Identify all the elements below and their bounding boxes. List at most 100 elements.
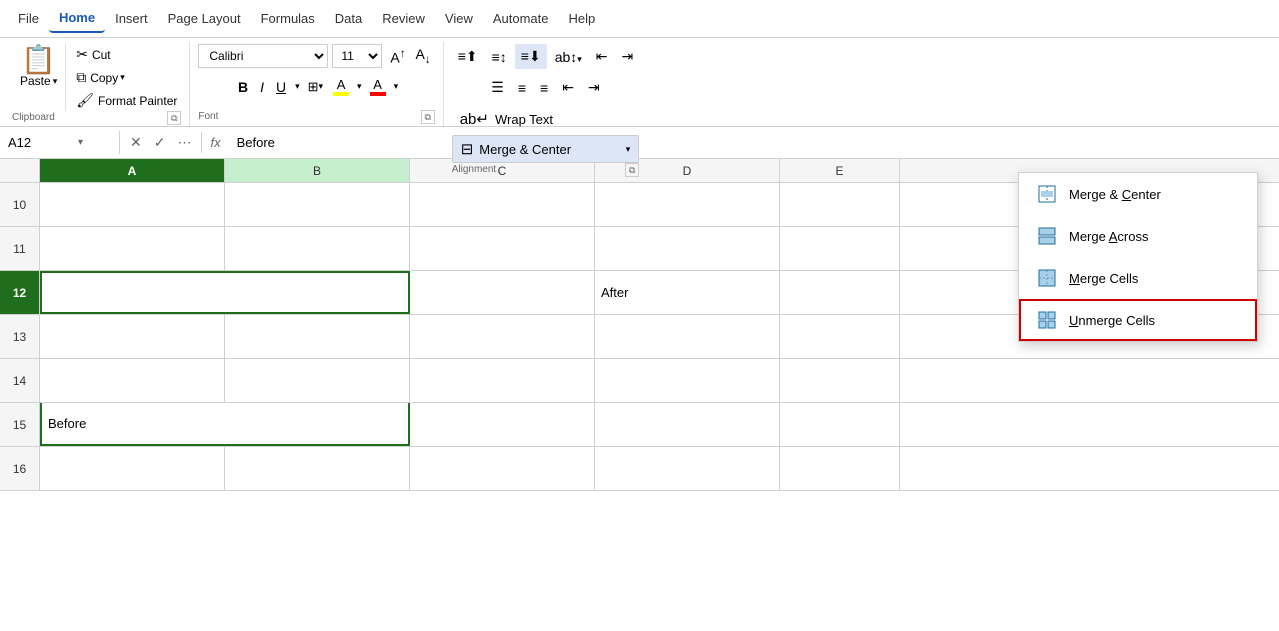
paste-icon: 📋 (21, 46, 56, 74)
bold-button[interactable]: B (233, 76, 253, 98)
menu-item-home[interactable]: Home (49, 4, 105, 33)
col-header-A[interactable]: A (40, 159, 225, 182)
cell-C10[interactable] (410, 183, 595, 226)
cell-A13[interactable] (40, 315, 225, 358)
cell-E12[interactable] (780, 271, 900, 314)
alignment-expand-button[interactable]: ⧉ (625, 163, 639, 177)
wrap-text-button[interactable]: ab↵ Wrap Text (452, 106, 640, 132)
align-center-button[interactable]: ≡ (512, 76, 532, 100)
decrease-font-size-button[interactable]: A↓ (412, 44, 435, 68)
cell-B14[interactable] (225, 359, 410, 402)
font-name-select[interactable]: Calibri (198, 44, 328, 68)
cell-C11[interactable] (410, 227, 595, 270)
copy-arrow-icon: ▾ (120, 72, 125, 83)
cell-D16[interactable] (595, 447, 780, 490)
format-painter-icon: 🖌 (76, 92, 94, 109)
cell-E13[interactable] (780, 315, 900, 358)
merge-center-option[interactable]: Merge & Center (1019, 173, 1257, 215)
formula-confirm-button[interactable]: ✓ (150, 132, 170, 153)
indent-decrease-button[interactable]: ⇤ (590, 44, 614, 69)
table-row: 14 (0, 359, 1279, 403)
increase-font-size-button[interactable]: A↑ (386, 44, 409, 68)
cell-A14[interactable] (40, 359, 225, 402)
format-painter-button[interactable]: 🖌 Format Painter (72, 90, 181, 111)
formula-input[interactable] (229, 135, 1279, 150)
increase-indent-button[interactable]: ⇥ (582, 75, 606, 100)
font-color-arrow[interactable]: ▾ (392, 78, 401, 95)
menu-item-help[interactable]: Help (559, 5, 606, 32)
cell-A11[interactable] (40, 227, 225, 270)
unmerge-cells-option[interactable]: Unmerge Cells (1019, 299, 1257, 341)
merge-center-label: Merge & Center (479, 142, 571, 157)
wrap-text-label: Wrap Text (495, 112, 553, 127)
cell-C14[interactable] (410, 359, 595, 402)
cell-E16[interactable] (780, 447, 900, 490)
cell-D12[interactable]: After (595, 271, 780, 314)
orientation-button[interactable]: ab↕▾ (549, 45, 588, 69)
highlight-arrow[interactable]: ▾ (355, 78, 364, 95)
formula-more-button[interactable]: ⋯ (173, 132, 195, 153)
indent-increase-button[interactable]: ⇥ (616, 44, 640, 69)
font-color-button[interactable]: A (366, 74, 390, 99)
cell-D10[interactable] (595, 183, 780, 226)
align-middle-button[interactable]: ≡↕ (486, 45, 513, 69)
font-size-select[interactable]: 11 (332, 44, 382, 68)
cell-C15[interactable] (410, 403, 595, 446)
align-right-button[interactable]: ≡ (534, 76, 554, 100)
borders-button[interactable]: ⊞▾ (304, 76, 327, 98)
cell-B11[interactable] (225, 227, 410, 270)
cell-C16[interactable] (410, 447, 595, 490)
font-group: Calibri 11 A↑ A↓ B I U ▾ ⊞▾ (190, 42, 443, 126)
font-group-label: Font (198, 111, 218, 124)
formula-bar: ▾ ✕ ✓ ⋯ fx (0, 127, 1279, 159)
cell-E14[interactable] (780, 359, 900, 402)
col-header-E[interactable]: E (780, 159, 900, 182)
cell-ref-dropdown-arrow[interactable]: ▾ (78, 137, 83, 148)
font-expand-button[interactable]: ⧉ (421, 110, 435, 124)
merge-across-option[interactable]: Merge Across (1019, 215, 1257, 257)
align-left-button[interactable]: ☰ (485, 75, 510, 100)
copy-button[interactable]: ⧉ Copy ▾ (72, 67, 181, 88)
cell-A15-merged[interactable]: Before (40, 403, 410, 446)
menu-item-formulas[interactable]: Formulas (251, 5, 325, 32)
cell-E11[interactable] (780, 227, 900, 270)
menu-item-page-layout[interactable]: Page Layout (158, 5, 251, 32)
paste-button[interactable]: 📋 Paste ▾ (12, 44, 66, 111)
merge-cells-option[interactable]: Merge Cells (1019, 257, 1257, 299)
menu-item-file[interactable]: File (8, 5, 49, 32)
cell-A10[interactable] (40, 183, 225, 226)
cell-ref-input[interactable] (8, 135, 78, 150)
clipboard-expand-button[interactable]: ⧉ (167, 111, 181, 125)
menu-item-automate[interactable]: Automate (483, 5, 559, 32)
col-header-B[interactable]: B (225, 159, 410, 182)
merge-center-button[interactable]: ⊟ Merge & Center ▾ (452, 135, 640, 163)
cell-E15[interactable] (780, 403, 900, 446)
merge-center-arrow[interactable]: ▾ (626, 144, 631, 155)
cell-B10[interactable] (225, 183, 410, 226)
cell-E10[interactable] (780, 183, 900, 226)
highlight-color-button[interactable]: A (329, 74, 353, 99)
decrease-indent-button[interactable]: ⇤ (556, 75, 580, 100)
copy-label: Copy (90, 71, 118, 85)
cell-D14[interactable] (595, 359, 780, 402)
menu-item-view[interactable]: View (435, 5, 483, 32)
cell-C13[interactable] (410, 315, 595, 358)
italic-button[interactable]: I (255, 76, 269, 98)
cell-A12-merged[interactable] (40, 271, 410, 314)
underline-arrow[interactable]: ▾ (293, 78, 302, 95)
cell-D13[interactable] (595, 315, 780, 358)
cell-B13[interactable] (225, 315, 410, 358)
menu-item-insert[interactable]: Insert (105, 5, 158, 32)
formula-cancel-button[interactable]: ✕ (126, 132, 146, 153)
cell-C12[interactable] (410, 271, 595, 314)
menu-item-review[interactable]: Review (372, 5, 435, 32)
align-bottom-button[interactable]: ≡⬇ (515, 44, 547, 69)
cell-B16[interactable] (225, 447, 410, 490)
cell-D15[interactable] (595, 403, 780, 446)
cell-D11[interactable] (595, 227, 780, 270)
menu-item-data[interactable]: Data (325, 5, 372, 32)
cut-button[interactable]: ✂ Cut (72, 44, 181, 65)
align-top-button[interactable]: ≡⬆ (452, 44, 484, 69)
underline-button[interactable]: U (271, 76, 291, 98)
cell-A16[interactable] (40, 447, 225, 490)
